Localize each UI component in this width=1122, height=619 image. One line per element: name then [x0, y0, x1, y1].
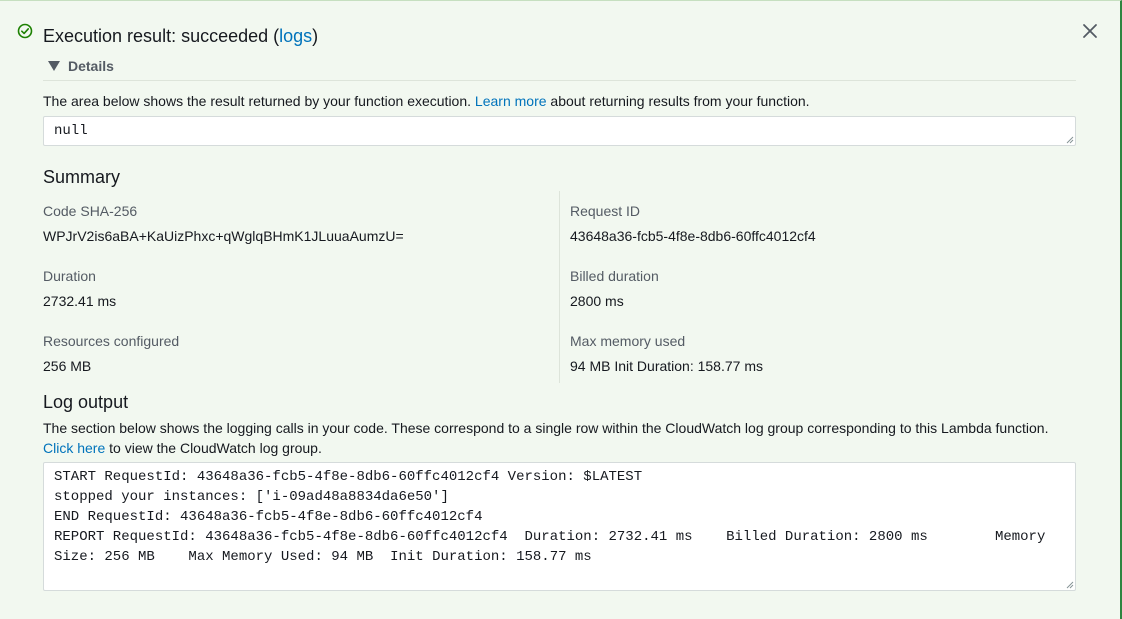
duration-label: Duration	[43, 268, 96, 284]
result-description-post: about returning results from your functi…	[550, 93, 810, 109]
title-prefix: Execution result: succeeded (	[43, 26, 280, 46]
resize-grip-icon[interactable]	[1066, 136, 1074, 144]
logs-link[interactable]: logs	[279, 26, 312, 46]
billed-duration-label: Billed duration	[570, 268, 659, 284]
title-suffix: )	[312, 26, 319, 46]
click-here-link[interactable]: Click here	[43, 440, 105, 456]
request-id-label: Request ID	[570, 203, 641, 219]
log-output-text: START RequestId: 43648a36-fcb5-4f8e-8db6…	[54, 469, 1046, 565]
resources-configured-value: 256 MB	[43, 358, 92, 374]
log-output-description: The section below shows the logging call…	[43, 418, 1083, 458]
result-value: null	[54, 123, 88, 139]
max-memory-value: 94 MB Init Duration: 158.77 ms	[570, 358, 763, 374]
billed-duration-value: 2800 ms	[570, 293, 624, 309]
code-sha-value: WPJrV2is6aBA+KaUizPhxc+qWglqBHmK1JLuuaAu…	[43, 228, 404, 244]
result-description: The area below shows the result returned…	[43, 93, 810, 110]
summary-heading: Summary	[43, 167, 121, 187]
code-sha-label: Code SHA-256	[43, 203, 138, 219]
details-label: Details	[68, 58, 114, 74]
resources-configured-label: Resources configured	[43, 333, 180, 349]
result-output-textarea[interactable]: null	[43, 116, 1076, 146]
log-description-text: The section below shows the logging call…	[43, 420, 1049, 436]
success-check-icon	[17, 23, 33, 39]
result-description-text: The area below shows the result returned…	[43, 93, 472, 109]
learn-more-link[interactable]: Learn more	[475, 93, 547, 109]
request-id-value: 43648a36-fcb5-4f8e-8db6-60ffc4012cf4	[570, 228, 816, 244]
duration-value: 2732.41 ms	[43, 293, 117, 309]
execution-result-panel: Execution result: succeeded (logs) Detai…	[0, 0, 1122, 619]
log-output-heading: Log output	[43, 392, 129, 412]
log-output-textarea[interactable]: START RequestId: 43648a36-fcb5-4f8e-8db6…	[43, 462, 1076, 591]
caret-down-icon	[48, 61, 60, 71]
summary-column-divider	[559, 191, 560, 383]
execution-result-title: Execution result: succeeded (logs)	[43, 25, 318, 47]
max-memory-label: Max memory used	[570, 333, 686, 349]
details-divider	[43, 80, 1076, 81]
resize-grip-icon[interactable]	[1066, 581, 1074, 589]
log-description-post: to view the CloudWatch log group.	[109, 440, 322, 456]
details-toggle[interactable]: Details	[48, 57, 114, 75]
close-icon[interactable]	[1082, 23, 1098, 39]
